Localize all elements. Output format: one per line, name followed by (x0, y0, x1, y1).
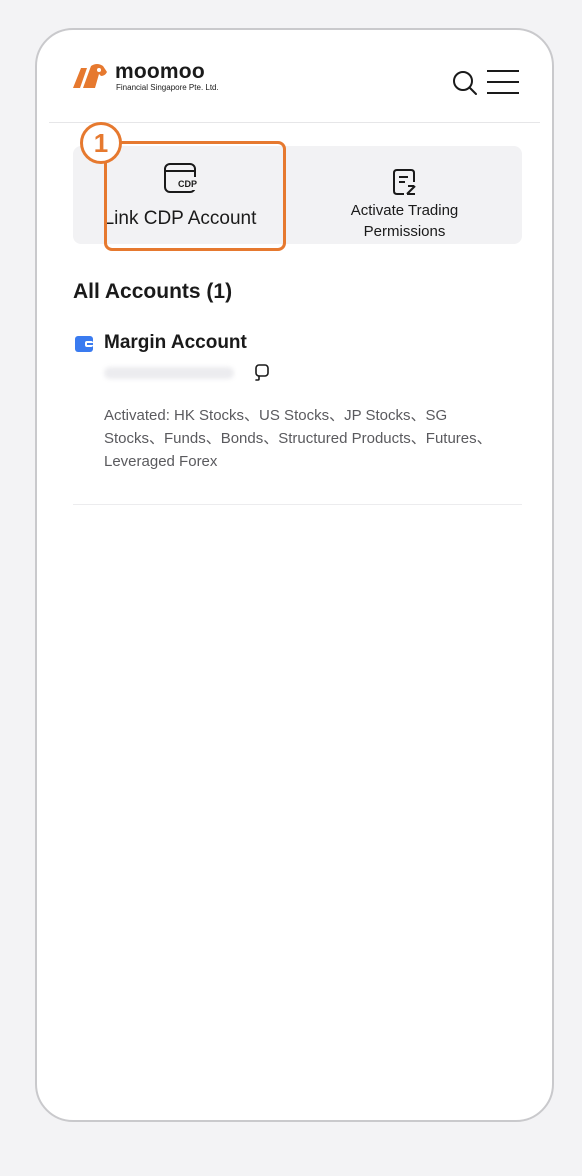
all-accounts-title: All Accounts (1) (73, 280, 233, 303)
cdp-icon: CDP (164, 163, 197, 193)
quick-actions: CDP Link CDP Account Activate Trading Pe… (73, 146, 522, 244)
link-cdp-account-label: Link CDP Account (103, 208, 257, 229)
activate-trading-permissions-label: Activate Trading Permissions (350, 202, 459, 240)
moomoo-logo-icon (73, 64, 107, 88)
step-number-badge: 1 (80, 122, 122, 164)
document-edit-icon (392, 169, 416, 195)
brand-name: moomoo (115, 60, 205, 83)
account-activated-markets: Activated: HK Stocks、US Stocks、JP Stocks… (104, 407, 492, 470)
brand-subtitle: Financial Singapore Pte. Ltd. (116, 83, 219, 92)
moomoo-logo[interactable]: moomoo Financial Singapore Pte. Ltd. (71, 60, 219, 94)
account-list-item[interactable]: Margin Account Activated: HK Stocks、US S… (73, 330, 522, 505)
menu-icon[interactable] (486, 68, 520, 96)
activate-trading-permissions-button[interactable]: Activate Trading Permissions (287, 146, 522, 244)
search-icon[interactable] (452, 70, 478, 96)
header: moomoo Financial Singapore Pte. Ltd. (49, 30, 540, 123)
account-number-masked (104, 367, 234, 379)
cdp-icon-text: CDP (178, 179, 197, 189)
account-name: Margin Account (104, 332, 247, 353)
copy-icon[interactable] (253, 364, 269, 382)
wallet-icon (75, 336, 93, 352)
phone-frame: moomoo Financial Singapore Pte. Ltd. CDP… (35, 28, 554, 1122)
